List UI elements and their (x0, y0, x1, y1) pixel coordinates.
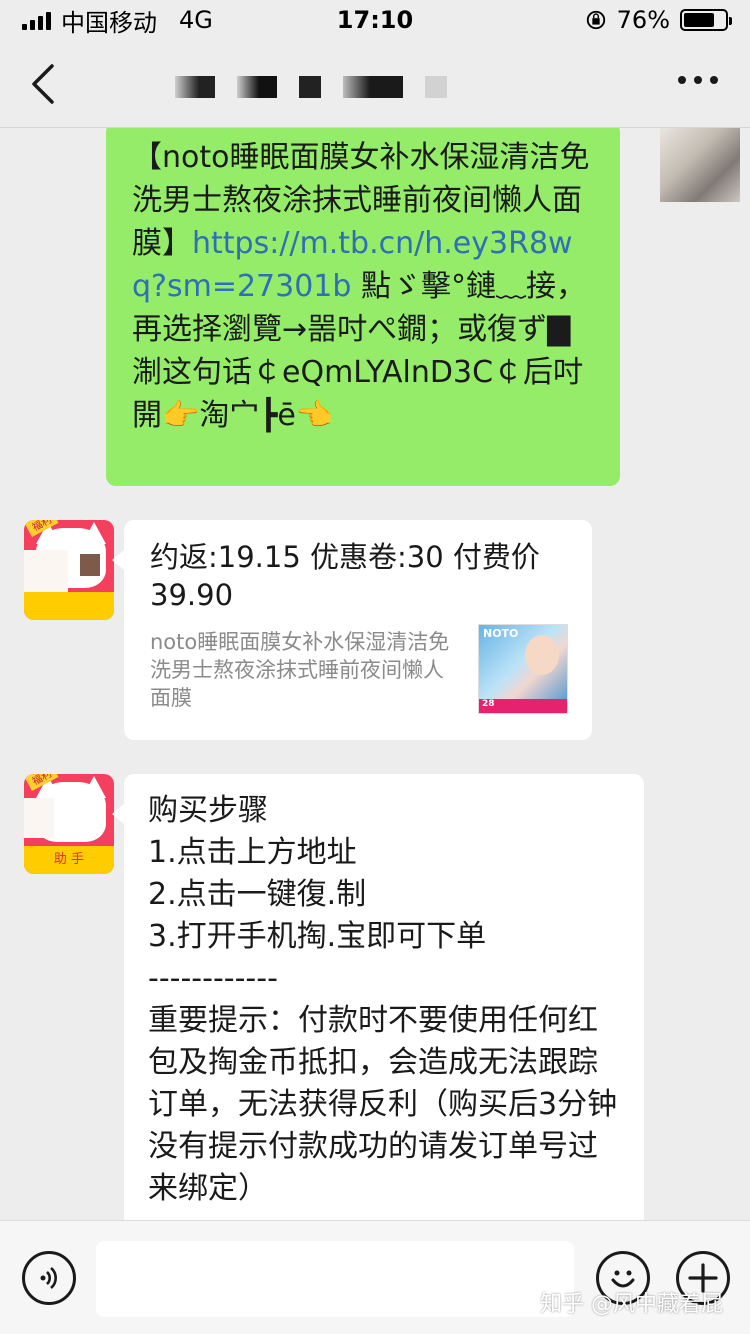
message-input[interactable] (96, 1241, 574, 1317)
bot-avatar[interactable]: 福利 (24, 520, 114, 620)
card-title: 约返:19.15 优惠卷:30 付费价39.90 (150, 540, 540, 612)
card-body: noto睡眠面膜女补水保湿清洁免洗男士熬夜涂抹式睡前夜间懒人面膜 NOTO 28 (150, 624, 568, 728)
battery-fill (684, 13, 715, 27)
network-label: 4G (179, 6, 213, 34)
steps-item-3: 3.打开手机掏.宝即可下单 (148, 919, 487, 954)
bot-avatar[interactable]: 福利 助 手 (24, 774, 114, 874)
avatar-foot (24, 592, 114, 620)
carrier-label: 中国移动 (61, 8, 157, 37)
thumb-brand: NOTO (483, 627, 519, 640)
status-bar: 中国移动 4G 17:10 76% (0, 0, 750, 40)
sent-message-bubble[interactable]: 【noto睡眠面膜女补水保湿清洁免洗男士熬夜涂抹式睡前夜间懒人面膜】https:… (106, 128, 620, 486)
avatar-foot: 助 手 (24, 846, 114, 874)
battery-percent: 76% (616, 6, 670, 34)
steps-message-bubble[interactable]: 购买步骤 1.点击上方地址 2.点击一键復.制 3.打开手机掏.宝即可下单 --… (112, 774, 644, 1220)
chevron-left-icon[interactable] (28, 62, 60, 106)
steps-note: 重要提示：付款时不要使用任何红包及掏金币抵扣，会造成无法跟踪订单，无法获得反利（… (148, 1003, 618, 1206)
steps-item-2: 2.点击一键復.制 (148, 877, 367, 912)
steps-item-1: 1.点击上方地址 (148, 835, 357, 870)
card-description: noto睡眠面膜女补水保湿清洁免洗男士熬夜涂抹式睡前夜间懒人面膜 (150, 630, 450, 710)
product-card[interactable]: 约返:19.15 优惠卷:30 付费价39.90 noto睡眠面膜女补水保湿清洁… (112, 520, 592, 740)
product-thumbnail: NOTO 28 (478, 624, 568, 714)
battery-icon (680, 9, 732, 31)
status-right: 76% (585, 6, 732, 34)
chat-title-redacted (175, 76, 447, 98)
more-dots-icon[interactable] (678, 76, 718, 88)
steps-divider: ------------ (148, 961, 278, 996)
signal-icon (22, 10, 51, 30)
steps-title: 购买步骤 (148, 793, 268, 828)
chat-nav-bar (0, 40, 750, 128)
status-left: 中国移动 4G (22, 3, 213, 38)
chat-messages[interactable]: 【noto睡眠面膜女补水保湿清洁免洗男士熬夜涂抹式睡前夜间懒人面膜】https:… (0, 128, 750, 1220)
rotation-lock-icon (585, 9, 607, 31)
thumb-badge: 28 (482, 699, 495, 709)
voice-icon[interactable] (22, 1251, 76, 1305)
self-avatar[interactable] (660, 128, 740, 202)
watermark-text: 知乎 @风中藏着屁 (540, 1292, 723, 1317)
